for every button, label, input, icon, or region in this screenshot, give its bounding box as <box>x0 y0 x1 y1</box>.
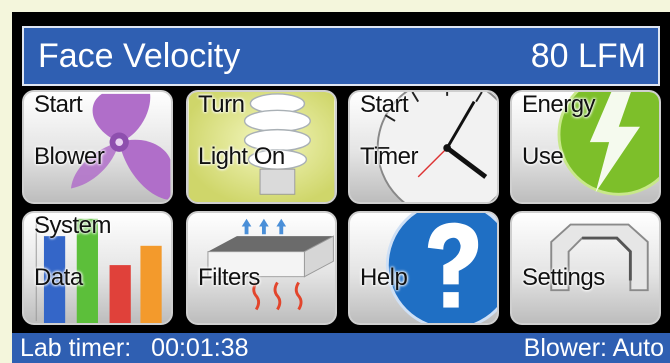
settings-label: Settings <box>522 264 605 291</box>
energy-use-button[interactable]: Energy Use <box>510 90 661 204</box>
help-button[interactable]: Help <box>348 211 499 325</box>
help-label: Help <box>360 264 408 291</box>
blower-status: Blower: Auto <box>523 333 664 362</box>
start-timer-label: Start Timer <box>360 91 418 170</box>
touch-screen: Face Velocity 80 LFM Start Blower Turn L… <box>12 12 670 363</box>
system-data-label: System Data <box>34 212 112 291</box>
face-velocity-header: Face Velocity 80 LFM <box>22 26 660 86</box>
status-bar: Lab timer: 00:01:38 Blower: Auto <box>12 333 670 363</box>
start-blower-button[interactable]: Start Blower <box>22 90 173 204</box>
header-title: Face Velocity <box>38 36 241 75</box>
face-velocity-value: 80 LFM <box>530 36 646 75</box>
lab-timer-value: 00:01:38 <box>151 333 249 362</box>
filters-button[interactable]: Filters <box>186 211 337 325</box>
lab-timer-label: Lab timer: <box>20 333 132 362</box>
turn-light-on-button[interactable]: Turn Light On <box>186 90 337 204</box>
energy-use-label: Energy Use <box>522 91 596 170</box>
system-data-button[interactable]: System Data <box>22 211 173 325</box>
turn-light-on-label: Turn Light On <box>198 91 285 170</box>
start-timer-button[interactable]: Start Timer <box>348 90 499 204</box>
settings-button[interactable]: Settings <box>510 211 661 325</box>
filters-label: Filters <box>198 264 260 291</box>
start-blower-label: Start Blower <box>34 91 105 170</box>
